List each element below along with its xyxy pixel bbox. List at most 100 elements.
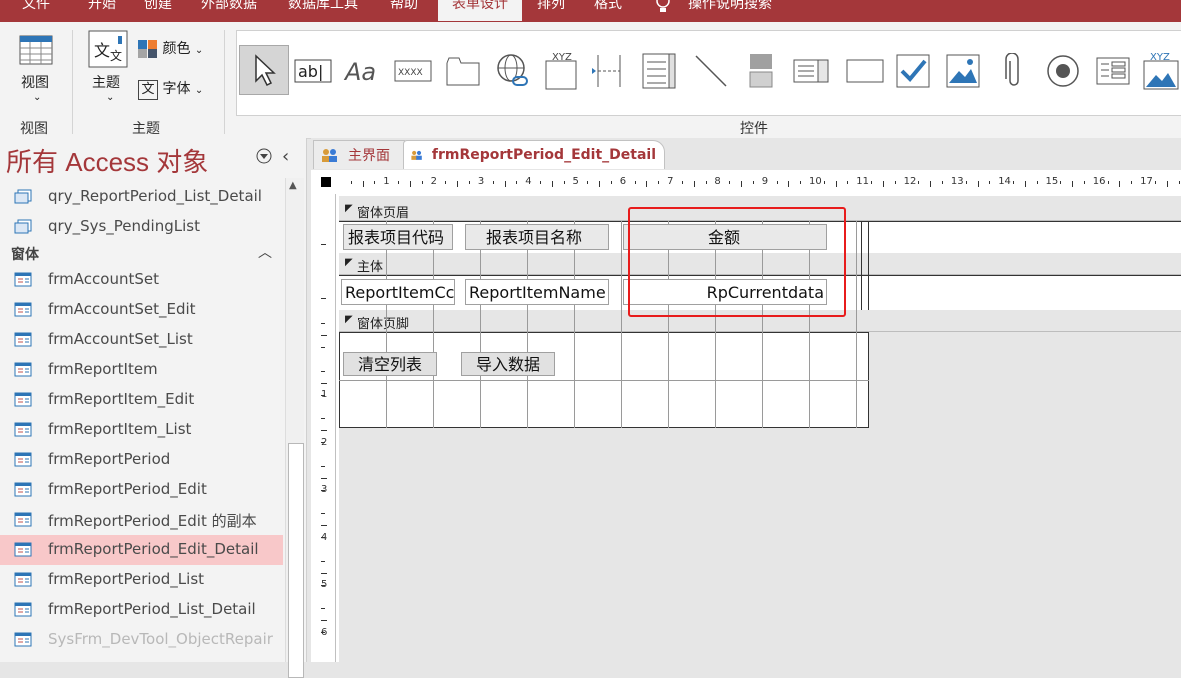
ruler-tick — [445, 181, 447, 184]
menu-bar: 文件 开始 创建 外部数据 数据库工具 帮助 表单设计 排列 格式 操作说明搜索 — [0, 0, 1181, 22]
combo-box-icon[interactable] — [637, 49, 681, 93]
form-icon — [14, 542, 32, 557]
ruler-tick — [421, 181, 423, 184]
tab-main-interface[interactable]: 主界面 — [313, 140, 405, 169]
ruler-tick — [398, 181, 400, 184]
menu-database-tools[interactable]: 数据库工具 — [288, 0, 358, 21]
nav-form-item[interactable]: frmReportItem_List — [0, 415, 283, 445]
section-title: 窗体页眉 — [357, 206, 410, 221]
ruler-tick — [563, 181, 565, 184]
ruler-number: 2 — [430, 176, 437, 187]
form-icon — [14, 452, 32, 467]
nav-query-item[interactable]: qry_ReportPeriod_List_Detail — [0, 182, 283, 212]
grid-line — [386, 221, 387, 428]
form-icon — [14, 272, 32, 287]
menu-help[interactable]: 帮助 — [390, 0, 418, 21]
ruler-tick — [516, 181, 518, 184]
nav-pane-title[interactable]: 所有 Access 对象 — [6, 142, 208, 179]
import-data-button[interactable]: 导入数据 — [461, 352, 555, 376]
menu-file[interactable]: 文件 — [22, 0, 50, 21]
ruler-tick — [989, 181, 991, 184]
ruler-number: 13 — [950, 176, 964, 187]
navigation-control-icon[interactable]: XYZ — [539, 49, 583, 93]
text-box-icon[interactable]: ab| — [291, 49, 335, 93]
ruler-tick — [321, 298, 326, 299]
check-box-icon[interactable] — [891, 49, 935, 93]
svg-text:XXXX: XXXX — [398, 68, 423, 78]
field-report-item-name[interactable]: ReportItemName — [465, 279, 609, 305]
attachment-icon[interactable] — [991, 49, 1035, 93]
ruler-tick — [540, 181, 542, 184]
hyperlink-icon[interactable] — [491, 49, 535, 93]
nav-form-item[interactable]: frmReportPeriod_List_Detail — [0, 595, 283, 625]
nav-form-item[interactable]: frmReportPeriod — [0, 445, 283, 475]
ruler-tick — [374, 181, 376, 184]
ruler-number: 6 — [619, 176, 627, 187]
nav-form-item[interactable]: SysFrm_DevTool_ObjectRepair — [0, 625, 283, 655]
tell-me-search[interactable]: 操作说明搜索 — [688, 0, 772, 21]
rectangle-icon[interactable] — [843, 49, 887, 93]
nav-form-item[interactable]: frmReportPeriod_Edit_Detail — [0, 535, 283, 565]
label-icon[interactable]: Aa — [341, 49, 385, 93]
collapse-section-icon[interactable]: ︿ — [258, 242, 272, 262]
scrollbar-thumb[interactable] — [288, 443, 304, 678]
ruler-tick — [835, 181, 837, 187]
nav-form-item[interactable]: frmReportItem_Edit — [0, 385, 283, 415]
menu-external-data[interactable]: 外部数据 — [201, 0, 257, 21]
list-box-icon[interactable] — [789, 49, 833, 93]
nav-scrollbar[interactable]: ▲ — [285, 178, 304, 678]
nav-form-item[interactable]: frmReportPeriod_Edit — [0, 475, 283, 505]
field-report-item-code[interactable]: ReportItemCc — [341, 279, 455, 305]
ruler-tick — [321, 632, 325, 634]
nav-form-item[interactable]: frmReportPeriod_Edit 的副本 — [0, 505, 283, 535]
line-icon[interactable] — [689, 49, 733, 93]
unbound-object-frame-icon[interactable] — [941, 49, 985, 93]
nav-item-label: frmReportPeriod_Edit_Detail — [48, 540, 259, 558]
ruler-tick — [942, 181, 944, 184]
ruler-tick — [1166, 181, 1168, 187]
ruler-tick — [693, 181, 695, 187]
vertical-ruler: 123456 — [313, 194, 336, 662]
bound-object-frame-icon[interactable]: XYZ — [1139, 49, 1181, 93]
horizontal-ruler: 1 2 3 4 5 6 7 8 9 10 11 12 13 14 15 16 17 — [339, 174, 1181, 194]
form-selector[interactable] — [321, 177, 331, 187]
nav-form-item[interactable]: frmAccountSet — [0, 265, 283, 295]
menu-create[interactable]: 创建 — [144, 0, 172, 21]
fonts-button[interactable]: 文 字体 ⌄ — [138, 78, 203, 100]
label-report-item-code[interactable]: 报表项目代码 — [343, 224, 453, 250]
button-icon[interactable]: XXXX — [391, 49, 435, 93]
tab-control-icon[interactable] — [441, 49, 485, 93]
nav-form-item[interactable]: frmAccountSet_List — [0, 325, 283, 355]
view-button[interactable] — [18, 32, 54, 72]
grid-line — [574, 221, 575, 428]
nav-form-item[interactable]: frmReportPeriod_List — [0, 565, 283, 595]
form-users-icon — [411, 150, 422, 160]
collapse-pane-icon[interactable]: ‹ — [282, 146, 289, 167]
nav-menu-icon[interactable] — [256, 148, 272, 168]
theme-button[interactable]: 文 文 — [88, 30, 128, 72]
scroll-up-icon[interactable]: ▲ — [289, 180, 297, 191]
grid-line — [621, 221, 622, 428]
option-button-icon[interactable] — [1041, 49, 1085, 93]
tab-frmreportperiod-edit-detail[interactable]: frmReportPeriod_Edit_Detail — [403, 140, 665, 169]
menu-home[interactable]: 开始 — [88, 0, 116, 21]
nav-form-item[interactable]: frmAccountSet_Edit — [0, 295, 283, 325]
label-report-item-name[interactable]: 报表项目名称 — [465, 224, 609, 250]
grid-line — [433, 221, 434, 428]
ruler-tick — [321, 620, 327, 622]
theme-dropdown-icon[interactable]: ⌄ — [106, 92, 114, 103]
menu-arrange[interactable]: 排列 — [537, 0, 565, 21]
ruler-tick — [823, 181, 825, 184]
select-pointer-icon[interactable] — [239, 45, 289, 95]
subform-icon[interactable] — [1091, 49, 1135, 93]
menu-form-design[interactable]: 表单设计 — [438, 0, 522, 21]
page-break-icon[interactable] — [587, 49, 631, 93]
nav-form-item[interactable]: frmReportItem — [0, 355, 283, 385]
colors-button[interactable]: 颜色 ⌄ — [138, 38, 203, 58]
nav-query-item[interactable]: qry_Sys_PendingList — [0, 212, 283, 242]
menu-format[interactable]: 格式 — [594, 0, 622, 21]
clear-list-button[interactable]: 清空列表 — [343, 352, 437, 376]
ruler-tick — [1024, 181, 1026, 187]
view-dropdown-icon[interactable]: ⌄ — [33, 92, 41, 103]
toggle-button-icon[interactable] — [739, 49, 783, 93]
